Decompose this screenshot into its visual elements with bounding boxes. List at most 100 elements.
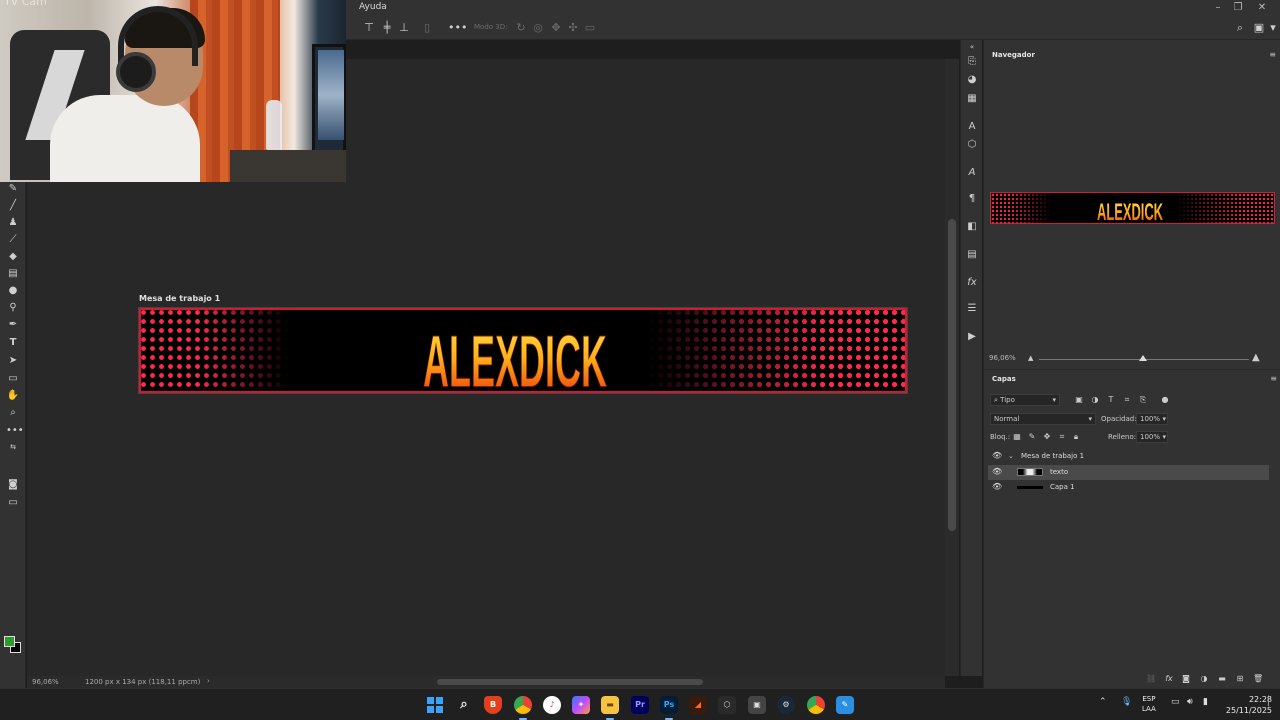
lock-position-icon[interactable]: ✥ [1042,432,1052,442]
eraser-tool-icon[interactable]: ◆ [6,250,20,264]
copilot-icon[interactable]: ✦ [572,696,590,714]
filter-shape-icon[interactable]: ⌗ [1122,395,1132,405]
app-blue-icon[interactable]: ✎ [836,696,854,714]
actions-play-icon[interactable]: ▶ [965,330,979,344]
eye-icon[interactable]: 👁︎ [992,482,1002,491]
collapse-panels-icon[interactable]: « [965,40,979,54]
filter-toggle-icon[interactable]: ● [1160,395,1170,405]
screen-mode-icon[interactable]: ▭ [6,496,20,510]
orbit-3d-icon[interactable]: ↻ [514,21,528,35]
color-panel-icon[interactable]: ◕ [965,73,979,87]
photoshop-icon[interactable]: Ps [660,696,678,720]
foreground-color-swatch[interactable] [4,636,15,647]
properties-panel-icon[interactable]: ◧ [965,220,979,234]
link-layers-icon[interactable]: ⛓ [1146,674,1156,684]
search-icon[interactable]: ⌕ [1233,21,1247,35]
scale-3d-icon[interactable]: ▭ [583,21,597,35]
chrome-icon[interactable] [514,696,532,720]
more-options-icon[interactable]: ••• [448,21,467,35]
tab-layers[interactable]: Capas [992,375,1016,383]
blend-mode-select[interactable]: Normal ▾ [990,413,1096,425]
fx-icon[interactable]: fx [1164,674,1174,684]
libraries-panel-icon[interactable]: ▤ [965,248,979,262]
system-clock[interactable]: 22:28 25/11/2025 [1222,694,1272,716]
navigator-menu-icon[interactable]: ≡ [1269,50,1276,59]
new-layer-icon[interactable]: ⊞ [1235,674,1245,684]
rectangle-tool-icon[interactable]: ▭ [6,372,20,386]
restore-icon[interactable]: ❐ [1228,1,1248,15]
horizontal-scroll-thumb[interactable] [437,679,703,685]
history-brush-icon[interactable]: ⟋ [6,233,20,247]
opacity-input[interactable]: 100% ▾ [1136,413,1168,425]
battery-icon[interactable]: ▮ [1203,697,1208,707]
app-cube-icon[interactable]: ⬡ [718,696,736,714]
add-mask-icon[interactable]: ◙ [1181,674,1191,684]
history-panel-icon[interactable]: ⎘ [965,55,979,69]
hand-tool-icon[interactable]: ✋ [6,389,20,403]
pan-3d-icon[interactable]: ✥ [549,21,563,35]
styles-panel-icon[interactable]: fx [965,276,979,290]
chevron-down-icon[interactable]: ⌄ [1008,452,1014,460]
slide-3d-icon[interactable]: ✣ [566,21,580,35]
paragraph-panel-icon[interactable]: ¶ [965,192,979,206]
vertical-scrollbar[interactable] [945,59,959,676]
app-orange-icon[interactable]: ◢ [689,696,707,714]
tab-navigator[interactable]: Navegador [992,51,1035,59]
chrome-profile-icon[interactable] [807,696,825,714]
filter-type-icon[interactable]: T [1106,395,1116,405]
notifications-icon[interactable]: ▏ [1268,697,1275,707]
zoom-slider-handle[interactable] [1139,355,1147,361]
premiere-icon[interactable]: Pr [631,696,649,714]
filter-pixel-icon[interactable]: ▣ [1074,395,1084,405]
network-icon[interactable]: ▭ [1171,697,1180,707]
tray-chevron-up-icon[interactable]: ⌃ [1099,697,1107,707]
workspace-icon[interactable]: ▣ [1252,21,1266,35]
swatches-panel-icon[interactable]: ▦ [965,92,979,106]
taskbar-search-icon[interactable]: ⌕ [455,696,473,714]
distribute-icon[interactable]: ▯ [420,21,434,35]
align-bottom-icon[interactable]: ⊥ [397,21,411,35]
chevron-down-icon[interactable]: ▾ [1266,21,1280,35]
status-chevron-right-icon[interactable]: › [207,677,210,685]
align-top-icon[interactable]: ⊤ [362,21,376,35]
3d-panel-icon[interactable]: ⬡ [965,138,979,152]
path-selection-icon[interactable]: ➤ [6,354,20,368]
language-indicator[interactable]: ESP LAA [1142,694,1156,714]
minimize-icon[interactable]: – [1208,1,1228,15]
menu-help[interactable]: Ayuda [359,2,387,12]
zoom-out-icon[interactable]: ▲ [1028,354,1033,362]
quick-mask-icon[interactable]: ◙ [6,478,20,492]
filter-adjustment-icon[interactable]: ◑ [1090,395,1100,405]
file-explorer-icon[interactable]: ▬ [601,696,619,720]
swap-colors-icon[interactable]: ⇆ [3,440,23,454]
microphone-icon[interactable]: 🎙︎ [1121,697,1132,707]
eye-icon[interactable]: 👁︎ [992,451,1002,460]
zoom-in-icon[interactable]: ▲ [1252,352,1260,363]
pen-tool-icon[interactable]: ✒ [6,318,20,332]
stamp-tool-icon[interactable]: ♟ [6,216,20,230]
lock-all-icon[interactable]: 🔒︎ [1071,432,1081,442]
eyedropper-tool-icon[interactable]: ✎ [6,182,20,196]
gradient-tool-icon[interactable]: ▤ [6,267,20,281]
align-vcenter-icon[interactable]: ╪ [380,21,394,35]
layer-row-capa-1[interactable]: 👁︎ Capa 1 [988,480,1269,495]
glyphs-panel-icon[interactable]: A [965,166,979,180]
layer-row-artboard[interactable]: 👁︎ ⌄ Mesa de trabajo 1 [988,449,1269,464]
status-zoom[interactable]: 96,06% [32,678,59,686]
dodge-tool-icon[interactable]: ⚲ [6,301,20,315]
eye-icon[interactable]: 👁︎ [992,467,1002,476]
app-bag-icon[interactable]: ▣ [748,696,766,714]
zoom-tool-icon[interactable]: ⌕ [6,406,20,420]
steam-icon[interactable]: ⚙ [777,696,795,714]
volume-icon[interactable]: 🔊︎ [1187,697,1193,707]
more-tools-icon[interactable]: ••• [6,424,24,438]
artboard-banner[interactable]: ALEXDICK [138,307,908,394]
layer-filter-select[interactable]: ⌕ Tipo ▾ [990,394,1060,406]
layer-row-texto[interactable]: 👁︎ texto [988,465,1269,480]
itunes-icon[interactable]: ♪ [543,696,561,714]
adjustments-panel-icon[interactable]: ☰ [965,302,979,316]
windows-start-icon[interactable] [426,696,444,714]
lock-transparency-icon[interactable]: ▦ [1012,432,1022,442]
brush-tool-icon[interactable]: ╱ [6,199,20,213]
brave-icon[interactable]: B [484,696,502,714]
